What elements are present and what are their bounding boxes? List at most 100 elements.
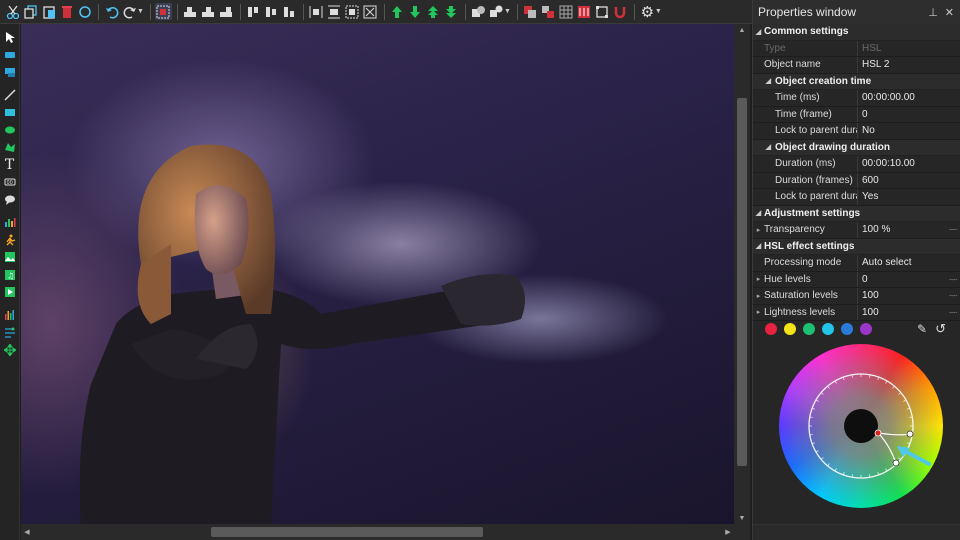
image-icon[interactable] (2, 249, 18, 265)
audio-icon[interactable]: ♫ (2, 267, 18, 283)
row-time-frame[interactable]: Time (frame) 0 (753, 106, 960, 123)
counter-icon[interactable]: 00 (2, 174, 18, 190)
collapse-triangle-icon[interactable]: ◢ (753, 143, 775, 151)
send-backward-icon[interactable] (407, 3, 424, 20)
horizontal-scroll-thumb[interactable] (211, 527, 483, 537)
textbox-icon[interactable] (2, 64, 18, 80)
settings-icon[interactable]: ⚙ (639, 3, 656, 21)
align-bottom-icon[interactable] (281, 3, 298, 20)
row-hue-levels[interactable]: ▸ Hue levels 0 ·–·· (753, 271, 960, 288)
lightness-levels-field[interactable]: 100 ·–·· (857, 304, 960, 320)
shape-icon[interactable] (2, 139, 18, 155)
delete-icon[interactable] (58, 3, 75, 20)
bring-forward-icon[interactable] (389, 3, 406, 20)
distribute-h-icon[interactable] (308, 3, 325, 20)
time-frame-field[interactable]: 0 (857, 106, 960, 122)
motion-icon[interactable] (2, 324, 18, 340)
equalizer-icon[interactable] (2, 307, 18, 323)
hue-range-handle-start[interactable] (906, 430, 914, 438)
ungroup-icon[interactable] (488, 3, 505, 20)
row-duration-ms[interactable]: Duration (ms) 00:00:10.00 (753, 156, 960, 173)
rect-icon[interactable] (2, 47, 18, 63)
grid-icon[interactable] (558, 3, 575, 20)
close-icon[interactable]: ✕ (945, 6, 954, 19)
row-processing-mode[interactable]: Processing mode Auto select (753, 255, 960, 272)
swatch-red[interactable] (765, 323, 777, 335)
hue-center-handle[interactable] (874, 429, 882, 437)
row-duration-frames[interactable]: Duration (frames) 600 (753, 172, 960, 189)
align-center-icon[interactable] (200, 3, 217, 20)
hue-range-handle-end[interactable] (892, 459, 900, 467)
group-dropdown-icon[interactable]: ▼ (504, 8, 511, 15)
canvas-vertical-scrollbar[interactable]: ▲ ▼ (734, 24, 750, 524)
chart-icon[interactable] (2, 214, 18, 230)
swatch-green[interactable] (803, 323, 815, 335)
layers-icon[interactable] (540, 3, 557, 20)
hue-wheel[interactable] (779, 344, 943, 508)
collapse-triangle-icon[interactable]: ◢ (753, 242, 764, 250)
properties-bottom-scrollbar[interactable] (753, 524, 960, 540)
swatch-magenta[interactable] (860, 323, 872, 335)
section-hsl-effect-settings[interactable]: ◢ HSL effect settings (753, 238, 960, 255)
hue-wheel-overlay[interactable] (779, 344, 943, 508)
settings-dropdown-icon[interactable]: ▼ (655, 8, 662, 15)
section-object-drawing-duration[interactable]: ◢ Object drawing duration (753, 139, 960, 156)
bring-front-icon[interactable] (425, 3, 442, 20)
row-object-name[interactable]: Object name HSL 2 (753, 57, 960, 74)
rectangle-icon[interactable] (2, 104, 18, 120)
scroll-right-icon[interactable]: ▶ (722, 524, 734, 540)
row-lock-to-parent-1[interactable]: Lock to parent durationNo (753, 123, 960, 140)
group-icon[interactable] (470, 3, 487, 20)
send-back-icon[interactable] (443, 3, 460, 20)
collapse-triangle-icon[interactable]: ◢ (753, 28, 764, 36)
expand-arrow-icon[interactable]: ▸ (753, 308, 764, 316)
copy-icon[interactable] (22, 3, 39, 20)
collapse-triangle-icon[interactable]: ◢ (753, 209, 764, 217)
canvas-horizontal-scrollbar[interactable]: ◀ ▶ (21, 524, 734, 540)
person-icon[interactable] (2, 232, 18, 248)
row-lock-to-parent-2[interactable]: Lock to parent durationYes (753, 189, 960, 206)
transparency-field[interactable]: 100 % ·–·· (857, 222, 960, 238)
callout-icon[interactable] (2, 192, 18, 208)
distribute-v-icon[interactable] (326, 3, 343, 20)
crop-icon[interactable] (594, 3, 611, 20)
lock-to-parent-field[interactable]: No (857, 123, 960, 139)
pin-icon[interactable]: ⊥ (928, 6, 938, 19)
lock-to-parent-field[interactable]: Yes (857, 189, 960, 205)
ellipse-icon[interactable] (2, 122, 18, 138)
pointer-icon[interactable] (2, 29, 18, 45)
duration-frames-field[interactable]: 600 (857, 172, 960, 188)
row-lightness-levels[interactable]: ▸ Lightness levels 100 ·–·· (753, 304, 960, 321)
object-name-field[interactable]: HSL 2 (857, 57, 960, 73)
cut-icon[interactable] (4, 3, 21, 20)
align-right-icon[interactable] (218, 3, 235, 20)
mask-icon[interactable] (576, 3, 593, 20)
row-time-ms[interactable]: Time (ms) 00:00:00.00 (753, 90, 960, 107)
swatch-yellow[interactable] (784, 323, 796, 335)
swatch-blue[interactable] (841, 323, 853, 335)
section-common-settings[interactable]: ◢ Common settings (753, 24, 960, 41)
fit-size-icon[interactable] (344, 3, 361, 20)
animation-dots-icon[interactable]: ·–·· (949, 308, 959, 317)
select-all-icon[interactable] (154, 3, 172, 20)
video-icon[interactable] (2, 284, 18, 300)
animation-dots-icon[interactable]: ·–·· (949, 291, 959, 300)
magnet-icon[interactable] (612, 3, 629, 20)
align-top-icon[interactable] (245, 3, 262, 20)
redo-icon[interactable] (121, 3, 138, 20)
scroll-up-icon[interactable]: ▲ (734, 24, 750, 36)
section-object-creation-time[interactable]: ◢ Object creation time (753, 73, 960, 90)
processing-mode-select[interactable]: Auto select (857, 255, 960, 271)
row-transparency[interactable]: ▸ Transparency 100 % ·–·· (753, 222, 960, 239)
hue-levels-field[interactable]: 0 ·–·· (857, 271, 960, 287)
redo-dropdown-icon[interactable]: ▼ (137, 8, 144, 15)
duration-ms-field[interactable]: 00:00:10.00 (857, 156, 960, 172)
collapse-triangle-icon[interactable]: ◢ (753, 77, 775, 85)
scroll-left-icon[interactable]: ◀ (21, 524, 33, 540)
text-icon[interactable]: T (2, 157, 18, 173)
time-ms-field[interactable]: 00:00:00.00 (857, 90, 960, 106)
line-icon[interactable] (2, 87, 18, 103)
swatch-cyan[interactable] (822, 323, 834, 335)
eyedropper-icon[interactable]: ✎ (917, 322, 927, 336)
scene-canvas[interactable] (21, 24, 734, 524)
